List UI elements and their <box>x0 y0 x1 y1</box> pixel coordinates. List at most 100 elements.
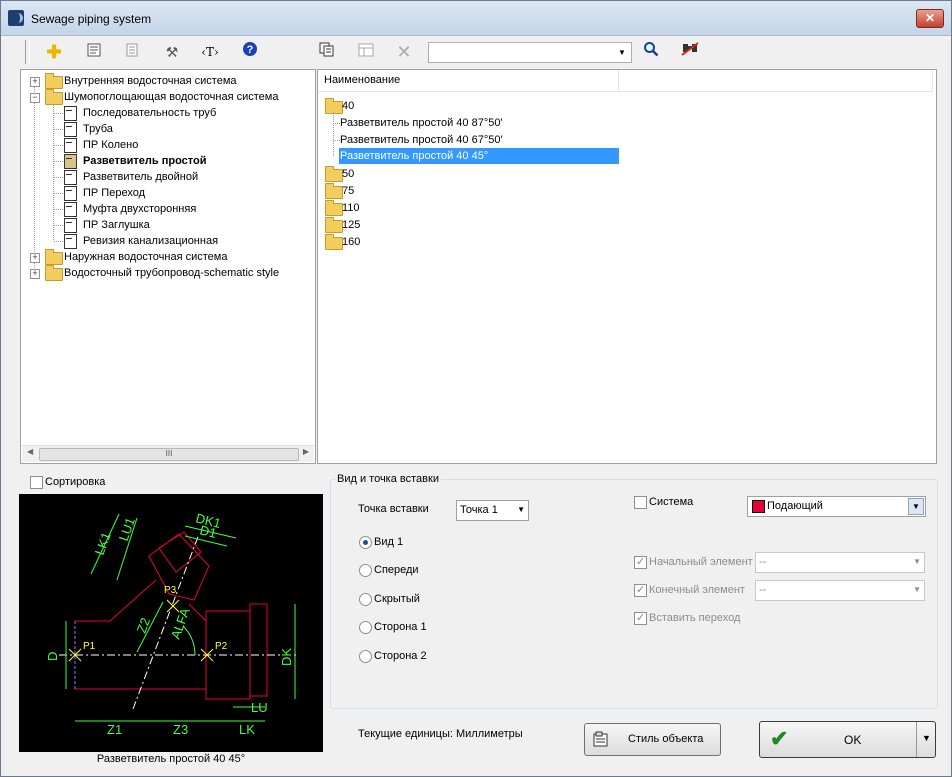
document-icon <box>64 202 77 217</box>
close-button[interactable]: ✕ <box>916 9 944 28</box>
sort-checkbox[interactable] <box>30 476 43 489</box>
list-item-label: 125 <box>342 219 361 231</box>
list-item-label: Разветвитель простой 40 87°50' <box>340 117 503 129</box>
chevron-down-icon: ▼ <box>517 505 525 514</box>
tree-item[interactable]: Последовательность труб <box>21 105 221 121</box>
tree-item[interactable]: Муфта двухсторонняя <box>21 201 221 217</box>
document-icon <box>64 186 77 201</box>
list-item[interactable]: 125 <box>318 217 618 233</box>
svg-text:?: ? <box>247 44 254 56</box>
folder-icon <box>45 265 63 281</box>
view-radio-side1[interactable] <box>359 621 372 634</box>
view-radio-label: Сторона 1 <box>374 621 427 633</box>
list-item-selected[interactable]: Разветвитель простой 40 45° <box>339 148 619 164</box>
folder-icon <box>325 166 343 182</box>
scroll-left-icon[interactable]: ◀ <box>27 447 33 456</box>
app-icon <box>8 10 24 26</box>
tree-item[interactable]: ПР Заглушка <box>21 217 221 233</box>
tree-item[interactable]: Ревизия канализационная <box>21 233 241 249</box>
expand-icon[interactable]: + <box>30 269 40 279</box>
list-item[interactable]: Разветвитель простой 40 67°50' <box>318 132 618 148</box>
system-select[interactable]: Подающий ▼ <box>747 496 926 517</box>
window-title: Sewage piping system <box>31 12 152 26</box>
d1-label: D1 <box>198 522 218 541</box>
view-radio-hidden[interactable] <box>359 593 372 606</box>
list-item[interactable]: 160 <box>318 234 618 250</box>
scroll-thumb[interactable]: III <box>39 448 299 461</box>
preview-drawing: P1 P2 P3 DK1 D1 LK1 LU1 Z2 ALFA D DK LU … <box>19 494 323 752</box>
system-color-swatch <box>752 500 765 513</box>
list-guide-line <box>333 123 340 124</box>
folder-icon <box>325 217 343 233</box>
tree-item[interactable]: ПР Переход <box>21 185 221 201</box>
insert-point-value: Точка 1 <box>460 504 498 516</box>
end-element-label: Конечный элемент <box>649 584 745 596</box>
insert-point-select[interactable]: Точка 1 ▼ <box>456 500 529 521</box>
scroll-right-icon[interactable]: ▶ <box>303 447 309 456</box>
end-element-select[interactable]: -- ▼ <box>755 580 925 601</box>
start-element-select[interactable]: -- ▼ <box>755 552 925 573</box>
expand-icon[interactable]: + <box>30 253 40 263</box>
properties-icon[interactable] <box>83 41 105 63</box>
tree-item-label: Шумопоглощающая водосточная система <box>64 91 279 103</box>
object-style-button[interactable]: Стиль объекта <box>584 723 721 756</box>
document-icon <box>64 170 77 185</box>
filter-icon[interactable] <box>679 41 701 63</box>
tree-item-label: Труба <box>83 123 113 135</box>
chevron-down-icon[interactable]: ▼ <box>908 498 924 515</box>
tree-item[interactable]: Труба <box>21 121 221 137</box>
lk-label: LK <box>239 722 255 737</box>
list-item[interactable]: 50 <box>318 166 618 182</box>
column-header[interactable]: Наименование <box>318 70 619 91</box>
copy-icon[interactable] <box>316 41 338 63</box>
document-icon <box>64 234 77 249</box>
z2-label: Z2 <box>134 616 153 635</box>
document-icon <box>64 218 77 233</box>
ok-dropdown[interactable]: ▼ <box>916 722 935 757</box>
ok-button[interactable]: ✔ OK ▼ <box>759 721 936 758</box>
search-icon[interactable] <box>640 41 662 63</box>
view-radio-front[interactable] <box>359 564 372 577</box>
list-item[interactable]: 75 <box>318 183 618 199</box>
horizontal-scrollbar[interactable]: ◀ III ▶ <box>22 445 314 462</box>
z3-label: Z3 <box>173 722 188 737</box>
title-bar[interactable]: Sewage piping system ✕ <box>1 1 951 36</box>
start-element-label: Начальный элемент <box>649 556 753 568</box>
system-checkbox[interactable] <box>634 496 647 509</box>
toolbar-grip[interactable] <box>25 40 30 64</box>
search-combo[interactable]: ▼ <box>428 42 632 63</box>
toolbar: ✚ ⚒ ‹T› ? ✕ ▼ <box>1 36 951 68</box>
list-guide-line <box>333 140 340 141</box>
add-icon[interactable]: ✚ <box>43 41 65 63</box>
text-style-icon[interactable]: ‹T› <box>199 41 221 63</box>
document-icon <box>64 122 77 137</box>
collapse-icon[interactable]: − <box>30 93 40 103</box>
expand-icon[interactable]: + <box>30 77 40 87</box>
view-radio-1[interactable] <box>359 536 372 549</box>
list-item[interactable]: Разветвитель простой 40 87°50' <box>318 115 618 131</box>
list-icon[interactable] <box>121 41 143 63</box>
tools-icon[interactable]: ⚒ <box>161 41 183 63</box>
start-element-value: -- <box>759 556 767 568</box>
tree-item[interactable]: Разветвитель двойной <box>21 169 221 185</box>
end-element-checkbox[interactable] <box>634 583 647 597</box>
insert-transition-checkbox[interactable] <box>634 611 647 625</box>
list-item[interactable]: 110 <box>318 200 618 216</box>
tree-item-label: Муфта двухсторонняя <box>83 203 197 215</box>
tree-guide-line <box>54 177 63 178</box>
column-header-label: Наименование <box>324 74 401 86</box>
table-icon[interactable] <box>355 41 377 63</box>
start-element-checkbox[interactable] <box>634 555 647 569</box>
tree-item-selected[interactable]: Разветвитель простой <box>21 153 221 169</box>
folder-icon <box>45 249 63 265</box>
list-item[interactable]: 40 <box>318 98 618 114</box>
delete-icon[interactable]: ✕ <box>393 41 415 63</box>
help-icon[interactable]: ? <box>239 41 261 63</box>
view-radio-side2[interactable] <box>359 650 372 663</box>
folder-icon <box>325 234 343 250</box>
tree-item[interactable]: ПР Колено <box>21 137 221 153</box>
folder-icon <box>325 200 343 216</box>
insert-point-label: Точка вставки <box>358 503 429 515</box>
list-header: Наименование <box>318 70 933 92</box>
chevron-down-icon[interactable]: ▼ <box>615 44 629 61</box>
